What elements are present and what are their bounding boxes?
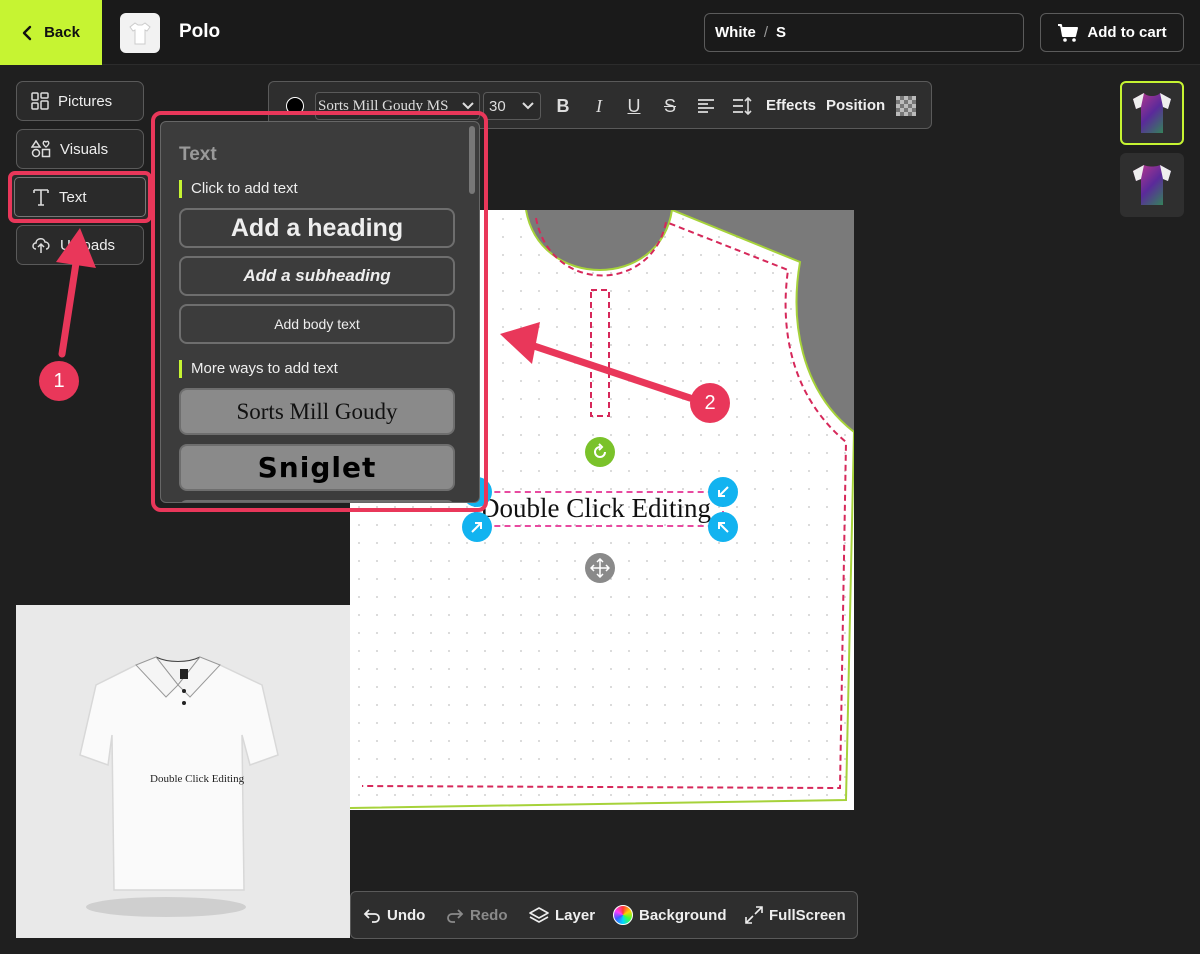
fullscreen-label: FullScreen: [769, 906, 846, 924]
expand-icon: [745, 906, 763, 924]
annotation-badge-1: 1: [39, 361, 79, 401]
shirt-front-icon: [1133, 93, 1171, 133]
layer-button[interactable]: Layer: [529, 892, 595, 938]
undo-button[interactable]: Undo: [363, 892, 425, 938]
redo-button[interactable]: Redo: [446, 892, 508, 938]
undo-label: Undo: [387, 906, 426, 924]
view-thumbnail-back[interactable]: [1120, 153, 1184, 217]
redo-icon: [447, 909, 464, 923]
shirt-back-icon: [1133, 165, 1171, 205]
polo-shirt-image: [79, 656, 279, 917]
redo-label: Redo: [470, 906, 508, 924]
layers-icon: [529, 907, 549, 923]
background-label: Background: [639, 906, 727, 924]
undo-icon: [363, 909, 380, 923]
annotation-badge-2: 2: [690, 383, 730, 423]
product-preview: [16, 605, 350, 938]
view-thumbnail-front[interactable]: [1120, 81, 1184, 145]
layer-label: Layer: [555, 906, 596, 924]
color-wheel-icon: [613, 905, 633, 925]
background-button[interactable]: Background: [613, 892, 727, 938]
bottom-toolbar: Undo Redo Layer Background FullScreen: [350, 891, 858, 939]
fullscreen-button[interactable]: FullScreen: [745, 892, 846, 938]
preview-text: Double Click Editing: [150, 773, 245, 785]
